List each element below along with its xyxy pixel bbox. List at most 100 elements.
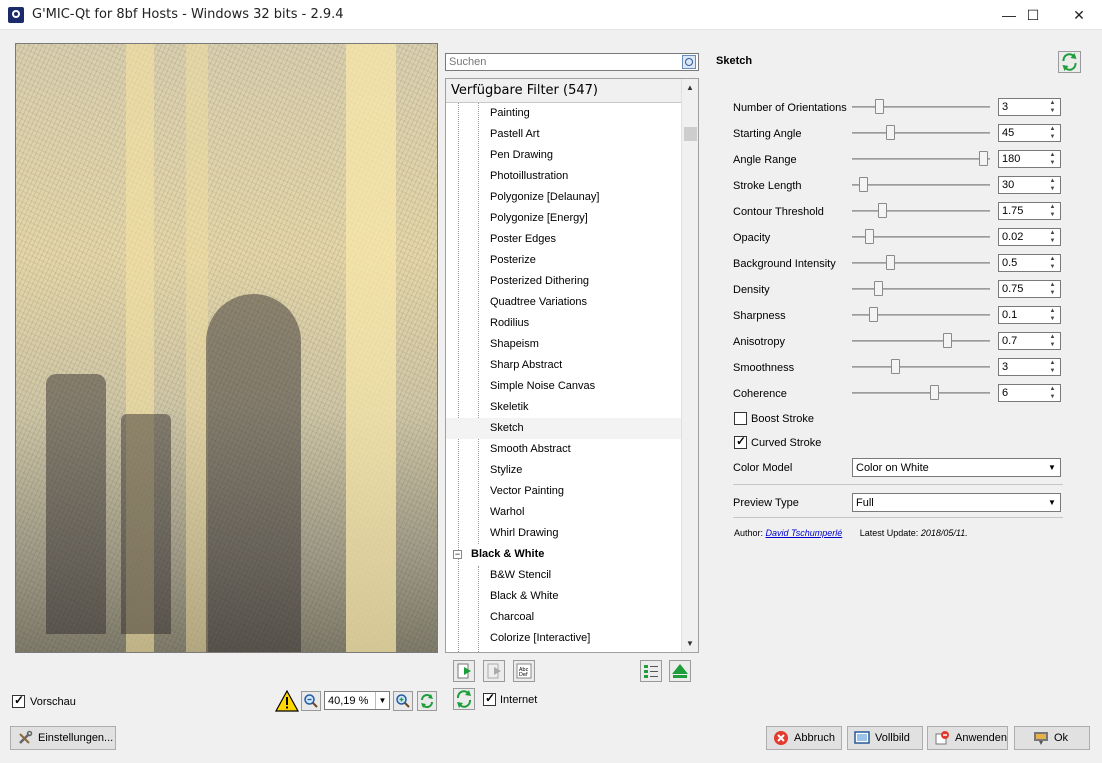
parameter-value-input[interactable]: 1.75 ▲ ▼ (998, 202, 1061, 220)
tree-filter-item[interactable]: Shapeism (446, 334, 683, 355)
maximize-button[interactable]: ☐ (1010, 0, 1056, 30)
tree-filter-item[interactable]: Posterize (446, 250, 683, 271)
remove-favorite-button[interactable] (483, 660, 505, 682)
slider-handle[interactable] (943, 333, 952, 348)
tree-filter-item[interactable]: Photoillustration (446, 166, 683, 187)
fullscreen-button[interactable]: Vollbild (847, 726, 923, 750)
reset-parameters-button[interactable] (1058, 51, 1081, 73)
tree-filter-item[interactable]: Quadtree Variations (446, 292, 683, 313)
refresh-preview-icon[interactable] (417, 691, 437, 711)
parameter-slider[interactable] (852, 106, 990, 108)
collapse-icon[interactable]: − (453, 550, 462, 559)
tree-filter-item[interactable]: Smooth Abstract (446, 439, 683, 460)
title-bar[interactable]: G'MIC-Qt for 8bf Hosts - Windows 32 bits… (0, 0, 1102, 30)
spin-up-icon[interactable]: ▲ (1045, 203, 1060, 211)
tree-filter-item[interactable]: Black & White (446, 586, 683, 607)
spin-up-icon[interactable]: ▲ (1045, 255, 1060, 263)
zoom-level-select[interactable]: 40,19 % ▼ (324, 691, 390, 710)
cancel-button[interactable]: Abbruch (766, 726, 842, 750)
spin-up-icon[interactable]: ▲ (1045, 307, 1060, 315)
scroll-down-icon[interactable]: ▼ (682, 635, 698, 652)
spin-down-icon[interactable]: ▼ (1045, 107, 1060, 115)
close-button[interactable]: ✕ (1056, 0, 1102, 30)
parameter-slider[interactable] (852, 210, 990, 212)
parameter-slider[interactable] (852, 392, 990, 394)
tree-filter-item[interactable]: Polygonize [Delaunay] (446, 187, 683, 208)
filter-tree-scrollbar[interactable]: ▲ ▼ (681, 79, 698, 652)
slider-handle[interactable] (891, 359, 900, 374)
slider-handle[interactable] (875, 99, 885, 114)
spin-up-icon[interactable]: ▲ (1045, 281, 1060, 289)
parameter-value-input[interactable]: 0.5 ▲ ▼ (998, 254, 1061, 272)
spin-down-icon[interactable]: ▼ (1045, 237, 1060, 245)
spin-up-icon[interactable]: ▲ (1045, 177, 1060, 185)
search-icon[interactable] (682, 55, 696, 69)
tree-filter-item[interactable]: Charcoal (446, 607, 683, 628)
parameter-value-input[interactable]: 0.7 ▲ ▼ (998, 332, 1061, 350)
tree-filter-item[interactable]: Simple Noise Canvas (446, 376, 683, 397)
tree-filter-item[interactable]: Whirl Drawing (446, 523, 683, 544)
tree-filter-item[interactable]: Warhol (446, 502, 683, 523)
tree-filter-item[interactable]: Pastell Art (446, 124, 683, 145)
tree-filter-item[interactable]: Sketch (446, 418, 683, 439)
slider-handle[interactable] (874, 281, 884, 296)
spin-up-icon[interactable]: ▲ (1045, 99, 1060, 107)
spin-up-icon[interactable]: ▲ (1045, 333, 1060, 341)
spin-down-icon[interactable]: ▼ (1045, 159, 1060, 167)
tree-filter-item[interactable]: Pen Drawing (446, 145, 683, 166)
filter-tree[interactable]: Verfügbare Filter (547) Painting Pastell … (445, 78, 699, 653)
settings-button[interactable]: Einstellungen... (10, 726, 116, 750)
parameter-value-input[interactable]: 3 ▲ ▼ (998, 98, 1061, 116)
parameter-value-input[interactable]: 30 ▲ ▼ (998, 176, 1061, 194)
parameter-slider[interactable] (852, 158, 990, 160)
spin-down-icon[interactable]: ▼ (1045, 367, 1060, 375)
filter-search-input[interactable]: Suchen (445, 53, 699, 71)
slider-handle[interactable] (878, 203, 887, 218)
apply-button[interactable]: Anwenden (927, 726, 1008, 750)
tree-filter-item[interactable]: Painting (446, 103, 683, 124)
slider-handle[interactable] (885, 125, 895, 140)
parameter-slider[interactable] (852, 262, 990, 264)
preview-type-select[interactable]: Full ▼ (852, 493, 1061, 512)
spin-up-icon[interactable]: ▲ (1045, 385, 1060, 393)
toggle-visibility-button[interactable] (640, 660, 662, 682)
zoom-out-icon[interactable] (301, 691, 321, 711)
scroll-thumb[interactable] (684, 127, 697, 141)
parameter-slider[interactable] (852, 340, 990, 342)
tree-filter-item[interactable]: Polygonize [Energy] (446, 208, 683, 229)
filter-tree-header[interactable]: Verfügbare Filter (547) (446, 79, 683, 103)
internet-checkbox[interactable] (483, 691, 496, 706)
parameter-value-input[interactable]: 180 ▲ ▼ (998, 150, 1061, 168)
spin-up-icon[interactable]: ▲ (1045, 151, 1060, 159)
spin-down-icon[interactable]: ▼ (1045, 393, 1060, 401)
parameter-value-input[interactable]: 6 ▲ ▼ (998, 384, 1061, 402)
tree-filter-item[interactable]: Posterized Dithering (446, 271, 683, 292)
spin-up-icon[interactable]: ▲ (1045, 125, 1060, 133)
collapse-all-button[interactable] (669, 660, 691, 682)
tree-filter-item[interactable]: Sharp Abstract (446, 355, 683, 376)
color-model-select[interactable]: Color on White ▼ (852, 458, 1061, 477)
parameter-value-input[interactable]: 0.75 ▲ ▼ (998, 280, 1061, 298)
tree-filter-item[interactable]: Colorize [Interactive] (446, 628, 683, 649)
parameter-slider[interactable] (852, 288, 990, 290)
spin-down-icon[interactable]: ▼ (1045, 133, 1060, 141)
slider-handle[interactable] (885, 255, 895, 270)
add-favorite-button[interactable] (453, 660, 475, 682)
spin-down-icon[interactable]: ▼ (1045, 315, 1060, 323)
slider-handle[interactable] (979, 151, 989, 166)
spin-up-icon[interactable]: ▲ (1045, 229, 1060, 237)
author-link[interactable]: David Tschumperlé (766, 528, 843, 538)
spin-down-icon[interactable]: ▼ (1045, 263, 1060, 271)
slider-handle[interactable] (865, 229, 874, 244)
spin-down-icon[interactable]: ▼ (1045, 211, 1060, 219)
spin-down-icon[interactable]: ▼ (1045, 185, 1060, 193)
rename-favorite-button[interactable]: Abc Def (513, 660, 535, 682)
scroll-up-icon[interactable]: ▲ (682, 79, 698, 96)
tree-filter-item[interactable]: Vector Painting (446, 481, 683, 502)
slider-handle[interactable] (868, 307, 878, 322)
tree-filter-item[interactable]: B&W Stencil (446, 565, 683, 586)
parameter-slider[interactable] (852, 184, 990, 186)
boost-stroke-checkbox[interactable] (734, 412, 747, 425)
parameter-value-input[interactable]: 45 ▲ ▼ (998, 124, 1061, 142)
tree-category[interactable]: Black & White (446, 544, 683, 565)
